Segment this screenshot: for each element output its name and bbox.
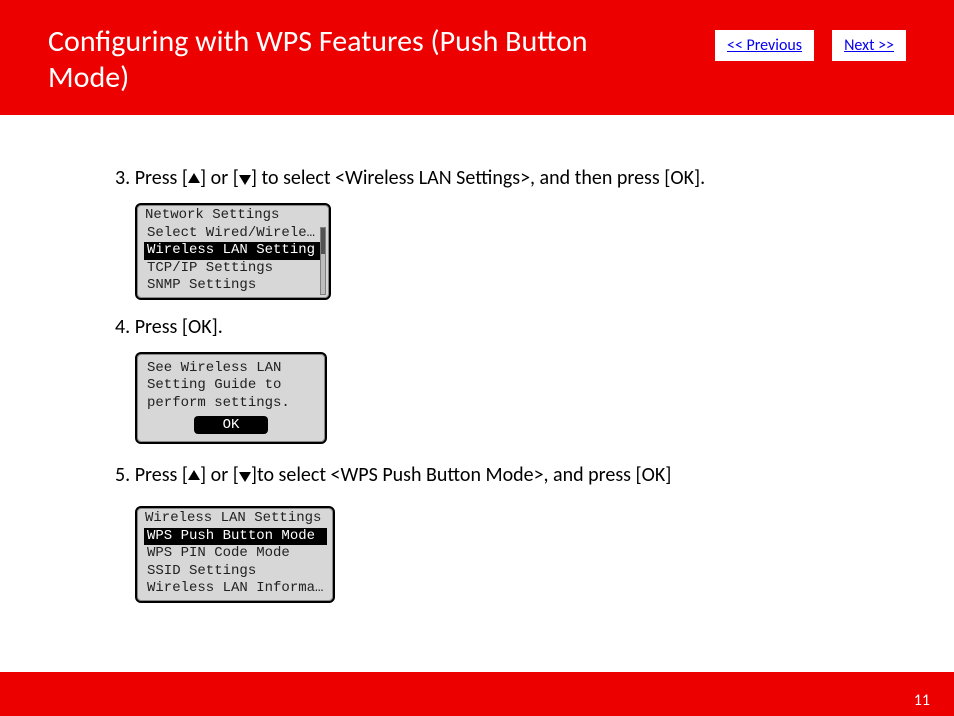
down-arrow-icon <box>239 175 251 185</box>
nav-buttons: << Previous Next >> <box>715 30 906 61</box>
lcd1-item-2: TCP/IP Settings <box>141 260 326 278</box>
lcd1-item-3: SNMP Settings <box>141 277 326 295</box>
previous-button[interactable]: << Previous <box>715 30 814 61</box>
up-arrow-icon <box>188 470 200 480</box>
lcd-network-settings: Network Settings Select Wired/Wirele… Wi… <box>135 203 331 300</box>
slide-footer: 11 <box>0 672 954 716</box>
lcd-ok-button: OK <box>194 416 268 434</box>
lcd-msg-line2: Setting Guide to <box>147 377 315 395</box>
step-5-text: 5. Press [ ] or [ ]to select <WPS Push But… <box>115 463 671 487</box>
lcd3-item-3: Wireless LAN Informa… <box>141 580 330 598</box>
content-area: 3. Press [ ] or [ ] to select <Wireless LA… <box>0 115 954 617</box>
lcd3-item-2: SSID Settings <box>141 563 330 581</box>
lcd1-scrollbar <box>320 227 326 295</box>
step-3-tail: ] to select <Wireless LAN Settings>, and… <box>251 166 705 190</box>
lcd3-item-1: WPS PIN Code Mode <box>141 545 330 563</box>
step-5: 5. Press [ ] or [ ]to select <WPS Push But… <box>115 462 839 488</box>
step-5-mid1: ] or [ <box>200 463 239 487</box>
step-3-number: 3. <box>115 166 130 190</box>
lcd-wireless-lan-settings: Wireless LAN Settings WPS Push Button Mo… <box>135 506 335 603</box>
next-button[interactable]: Next >> <box>832 30 906 61</box>
lcd3-item-0: WPS Push Button Mode <box>144 528 327 546</box>
lcd1-item-1: Wireless LAN Setting <box>144 242 323 260</box>
page-title: Configuring with WPS Features (Push Butt… <box>48 24 648 96</box>
lcd-msg-line1: See Wireless LAN <box>147 360 315 378</box>
step-3-mid1: ] or [ <box>200 166 239 190</box>
step-3-text: 3. Press [ ] or [ ] to select <Wireless LA… <box>115 166 705 190</box>
up-arrow-icon <box>188 173 200 183</box>
step-4-text: 4. Press [OK]. <box>115 315 223 339</box>
step-3: 3. Press [ ] or [ ] to select <Wireless LA… <box>115 165 839 191</box>
lcd1-title: Network Settings <box>141 207 326 225</box>
step-5-tail: ]to select <WPS Push Button Mode>, and p… <box>251 463 672 487</box>
lcd1-item-0: Select Wired/Wirele… <box>141 225 326 243</box>
lcd-msg-line3: perform settings. <box>147 395 315 413</box>
step-4: 4. Press [OK]. <box>115 314 839 340</box>
lcd1-scroll-thumb <box>321 228 325 254</box>
lcd-wireless-guide: See Wireless LAN Setting Guide to perfor… <box>135 352 327 445</box>
step-5-number: 5. <box>115 463 130 487</box>
page-number: 11 <box>914 691 930 710</box>
step-3-pre: Press [ <box>135 166 188 190</box>
slide-header: Configuring with WPS Features (Push Butt… <box>0 0 954 115</box>
down-arrow-icon <box>239 472 251 482</box>
step-5-pre: Press [ <box>135 463 188 487</box>
lcd3-title: Wireless LAN Settings <box>141 510 330 528</box>
